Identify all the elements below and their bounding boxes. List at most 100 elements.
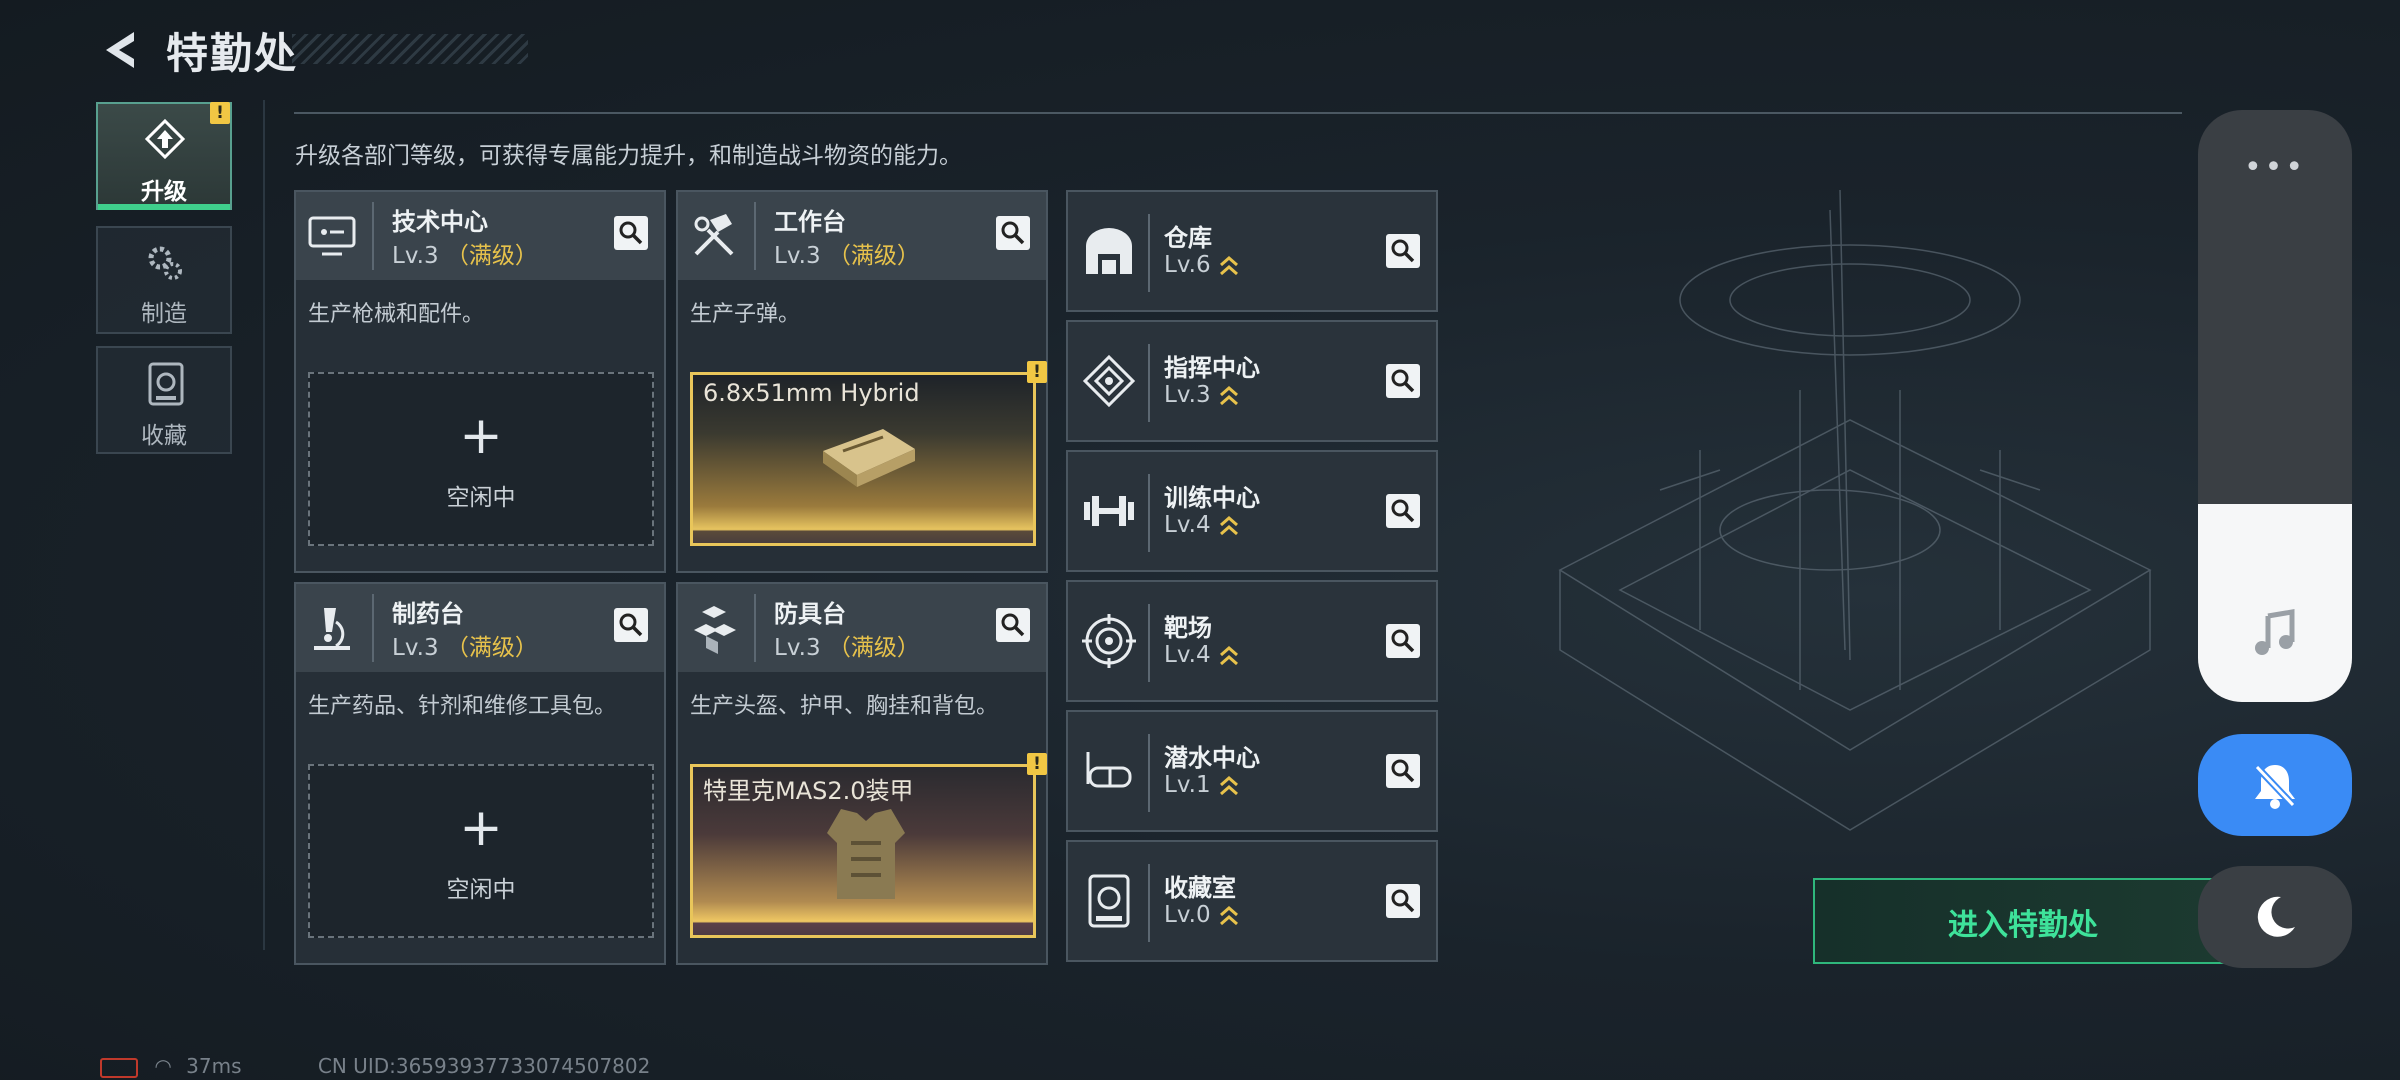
upgrade-chevron-icon — [1219, 775, 1238, 795]
bell-off-icon — [2254, 764, 2296, 809]
intro-text: 升级各部门等级，可获得专属能力提升，和制造战斗物资的能力。 — [295, 143, 962, 169]
department-warehouse[interactable]: 仓库 Lv.6 — [1066, 190, 1438, 312]
divider — [263, 100, 265, 950]
department-shooting-range[interactable]: 靶场 Lv.4 — [1066, 580, 1438, 702]
separator — [1148, 864, 1150, 942]
search-button[interactable] — [1386, 754, 1420, 788]
department-level: Lv.1 — [1164, 772, 1239, 798]
search-button[interactable] — [996, 608, 1030, 642]
max-level-label: （满级） — [445, 243, 538, 269]
base-building-artwork — [1558, 190, 2152, 831]
search-button[interactable] — [1386, 884, 1420, 918]
wifi-icon: ◠ — [154, 1054, 172, 1078]
level-value: Lv.0 — [1164, 902, 1211, 928]
facility-name: 防具台 — [774, 600, 846, 628]
tab-collection[interactable]: 收藏 — [96, 346, 232, 454]
level-value: Lv.3 — [774, 243, 821, 269]
search-icon — [619, 221, 643, 245]
upgrade-chevron-icon — [1219, 645, 1238, 665]
department-collection-room[interactable]: 收藏室 Lv.0 — [1066, 840, 1438, 962]
separator — [1148, 344, 1150, 422]
tab-craft-label: 制造 — [141, 301, 187, 327]
music-note-icon — [2255, 609, 2295, 655]
command-icon — [1082, 354, 1136, 408]
facility-card-armor-bench[interactable]: 防具台 Lv.3 （满级） 生产头盔、护甲、胸挂和背包。 特里克MAS2.0装甲… — [676, 582, 1048, 965]
card-header: 制药台 Lv.3 （满级） — [296, 584, 664, 672]
search-button[interactable] — [1386, 364, 1420, 398]
search-icon — [619, 613, 643, 637]
tab-upgrade[interactable]: 升级 ! — [96, 102, 232, 210]
department-training-center[interactable]: 训练中心 Lv.4 — [1066, 450, 1438, 572]
back-arrow-icon[interactable] — [100, 28, 140, 72]
moon-icon — [2257, 896, 2295, 937]
card-header: 技术中心 Lv.3 （满级） — [296, 192, 664, 280]
department-diving-center[interactable]: 潜水中心 Lv.1 — [1066, 710, 1438, 832]
level-value: Lv.3 — [774, 635, 821, 661]
enter-special-ops-button[interactable]: 进入特勤处 — [1813, 878, 2233, 964]
search-button[interactable] — [614, 608, 648, 642]
department-level: Lv.4 — [1164, 512, 1239, 538]
facility-description: 生产头盔、护甲、胸挂和背包。 — [690, 694, 999, 719]
mute-toggle-button[interactable] — [2198, 734, 2352, 836]
level-value: Lv.1 — [1164, 772, 1211, 798]
armor-cubes-icon — [694, 606, 736, 654]
status-bar: ◠ 37ms CN UID:36593937733074507802 — [100, 1054, 650, 1078]
facility-description: 生产药品、针剂和维修工具包。 — [308, 694, 617, 719]
level-value: Lv.3 — [392, 243, 439, 269]
tab-craft[interactable]: 制造 — [96, 226, 232, 334]
separator — [754, 594, 756, 662]
tab-collection-label: 收藏 — [141, 423, 187, 449]
search-button[interactable] — [996, 216, 1030, 250]
search-button[interactable] — [1386, 624, 1420, 658]
slot-status: 空闲中 — [446, 485, 516, 511]
volume-level-fill — [2198, 504, 2352, 702]
search-icon — [1391, 889, 1415, 913]
department-command-center[interactable]: 指挥中心 Lv.3 — [1066, 320, 1438, 442]
facility-description: 生产枪械和配件。 — [308, 302, 485, 327]
search-button[interactable] — [614, 216, 648, 250]
department-name: 仓库 — [1164, 224, 1212, 252]
level-value: Lv.6 — [1164, 252, 1211, 278]
separator — [1148, 604, 1150, 682]
tab-upgrade-label: 升级 — [141, 179, 187, 205]
facility-level: Lv.3 （满级） — [392, 628, 538, 662]
facility-card-workbench[interactable]: 工作台 Lv.3 （满级） 生产子弹。 6.8x51mm Hybrid ! — [676, 190, 1048, 573]
product-alert: ! — [1027, 753, 1047, 775]
vault-icon — [148, 362, 184, 406]
department-name: 训练中心 — [1164, 484, 1260, 512]
production-slot-empty[interactable]: + 空闲中 — [308, 372, 654, 546]
warehouse-icon — [1086, 228, 1132, 274]
search-icon — [1391, 499, 1415, 523]
department-name: 指挥中心 — [1164, 354, 1260, 382]
department-level: Lv.3 — [1164, 382, 1239, 408]
search-button[interactable] — [1386, 494, 1420, 528]
search-icon — [1391, 239, 1415, 263]
goggles-icon — [1086, 752, 1132, 788]
production-slot-item[interactable]: 6.8x51mm Hybrid ! — [690, 361, 1047, 546]
night-mode-button[interactable] — [2198, 866, 2352, 968]
volume-slider-panel[interactable]: ••• — [2198, 110, 2352, 702]
upgrade-chevron-icon — [1219, 255, 1238, 275]
vault-icon — [1088, 874, 1130, 928]
department-name: 收藏室 — [1164, 874, 1236, 902]
battery-icon — [100, 1057, 138, 1078]
search-icon — [1391, 629, 1415, 653]
search-button[interactable] — [1386, 234, 1420, 268]
product-name: 6.8x51mm Hybrid — [703, 379, 920, 407]
facility-level: Lv.3 （满级） — [774, 628, 920, 662]
active-tab-indicator — [98, 204, 230, 210]
separator — [754, 202, 756, 270]
title-decoration — [292, 34, 528, 64]
dumbbell-icon — [1084, 496, 1134, 526]
level-value: Lv.3 — [1164, 382, 1211, 408]
department-name: 靶场 — [1164, 614, 1212, 642]
production-slot-item[interactable]: 特里克MAS2.0装甲 ! — [690, 753, 1047, 938]
more-menu-icon[interactable]: ••• — [2198, 150, 2352, 185]
facility-description: 生产子弹。 — [690, 302, 801, 327]
facility-card-pharmacy[interactable]: 制药台 Lv.3 （满级） 生产药品、针剂和维修工具包。 + 空闲中 — [294, 582, 666, 965]
hammer-wrench-icon — [694, 214, 734, 256]
production-slot-empty[interactable]: + 空闲中 — [308, 764, 654, 938]
facility-card-tech-center[interactable]: 技术中心 Lv.3 （满级） 生产枪械和配件。 + 空闲中 — [294, 190, 666, 573]
upgrade-chevron-icon — [1219, 385, 1238, 405]
gears-icon — [148, 246, 182, 280]
